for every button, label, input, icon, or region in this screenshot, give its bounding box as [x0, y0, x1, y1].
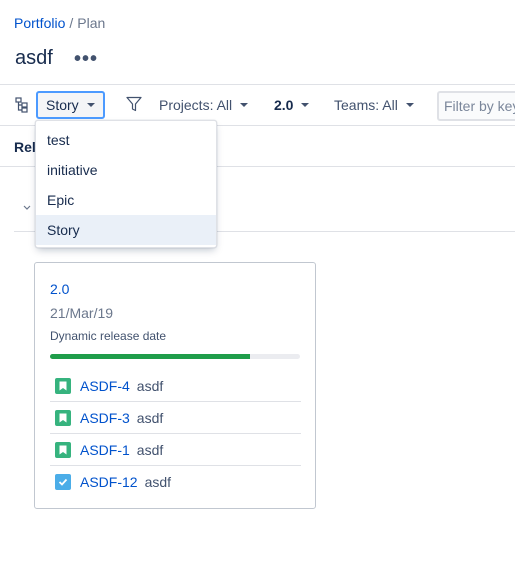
toolbar-divider-top — [0, 84, 515, 85]
chevron-down-icon[interactable] — [22, 202, 32, 212]
release-card: 2.0 21/Mar/19 Dynamic release date ASDF-… — [34, 262, 316, 509]
chevron-down-icon — [240, 103, 249, 107]
story-icon — [55, 441, 71, 458]
hierarchy-level-menu: test initiative Epic Story — [35, 120, 217, 248]
issue-key-link[interactable]: ASDF-1 — [80, 442, 130, 458]
list-item[interactable]: ASDF-4 asdf — [50, 370, 301, 402]
list-item[interactable]: ASDF-1 asdf — [50, 434, 301, 466]
story-icon — [55, 377, 71, 394]
issue-summary: asdf — [144, 473, 172, 490]
releases-tab-label[interactable]: Rel — [14, 139, 36, 155]
release-date: 21/Mar/19 — [50, 305, 114, 321]
release-filter-dropdown[interactable]: 2.0 — [274, 97, 310, 113]
issue-key-link[interactable]: ASDF-4 — [80, 378, 130, 394]
projects-filter-label: Projects: All — [159, 97, 233, 113]
menu-item-story[interactable]: Story — [36, 215, 216, 245]
issue-summary: asdf — [136, 377, 164, 394]
list-item[interactable]: ASDF-12 asdf — [50, 466, 301, 497]
hierarchy-level-value: Story — [46, 97, 79, 113]
issue-summary: asdf — [136, 441, 164, 458]
breadcrumb-portfolio-link[interactable]: Portfolio — [14, 15, 65, 31]
menu-item-initiative[interactable]: initiative — [36, 155, 216, 185]
list-item[interactable]: ASDF-3 asdf — [50, 402, 301, 434]
issue-list: ASDF-4 asdf ASDF-3 asdf ASDF-1 asdf ASDF… — [50, 370, 301, 497]
release-date-type: Dynamic release date — [50, 329, 167, 343]
task-icon — [55, 473, 71, 490]
page-title: asdf — [15, 47, 53, 69]
hierarchy-icon[interactable] — [15, 97, 29, 113]
breadcrumb: Portfolio / Plan — [14, 15, 105, 31]
release-version-link[interactable]: 2.0 — [50, 281, 69, 297]
release-progress-bar — [50, 354, 300, 359]
chevron-down-icon — [405, 103, 414, 107]
breadcrumb-separator: / — [69, 15, 74, 31]
chevron-down-icon — [301, 103, 310, 107]
release-filter-label: 2.0 — [274, 97, 294, 113]
story-icon — [55, 409, 71, 426]
progress-fill — [50, 354, 250, 359]
teams-filter-dropdown[interactable]: Teams: All — [334, 97, 414, 113]
filter-icon[interactable] — [126, 96, 142, 112]
teams-filter-label: Teams: All — [334, 97, 398, 113]
issue-key-link[interactable]: ASDF-12 — [80, 474, 138, 490]
keyword-filter-input[interactable]: Filter by keyword — [437, 91, 515, 121]
menu-item-epic[interactable]: Epic — [36, 185, 216, 215]
issue-summary: asdf — [136, 409, 164, 426]
menu-item-test[interactable]: test — [36, 125, 216, 155]
more-actions-button[interactable]: ••• — [74, 49, 98, 69]
issue-key-link[interactable]: ASDF-3 — [80, 410, 130, 426]
breadcrumb-current: Plan — [77, 15, 106, 31]
chevron-down-icon — [86, 103, 95, 107]
hierarchy-level-select[interactable]: Story — [36, 91, 105, 119]
projects-filter-dropdown[interactable]: Projects: All — [159, 97, 249, 113]
